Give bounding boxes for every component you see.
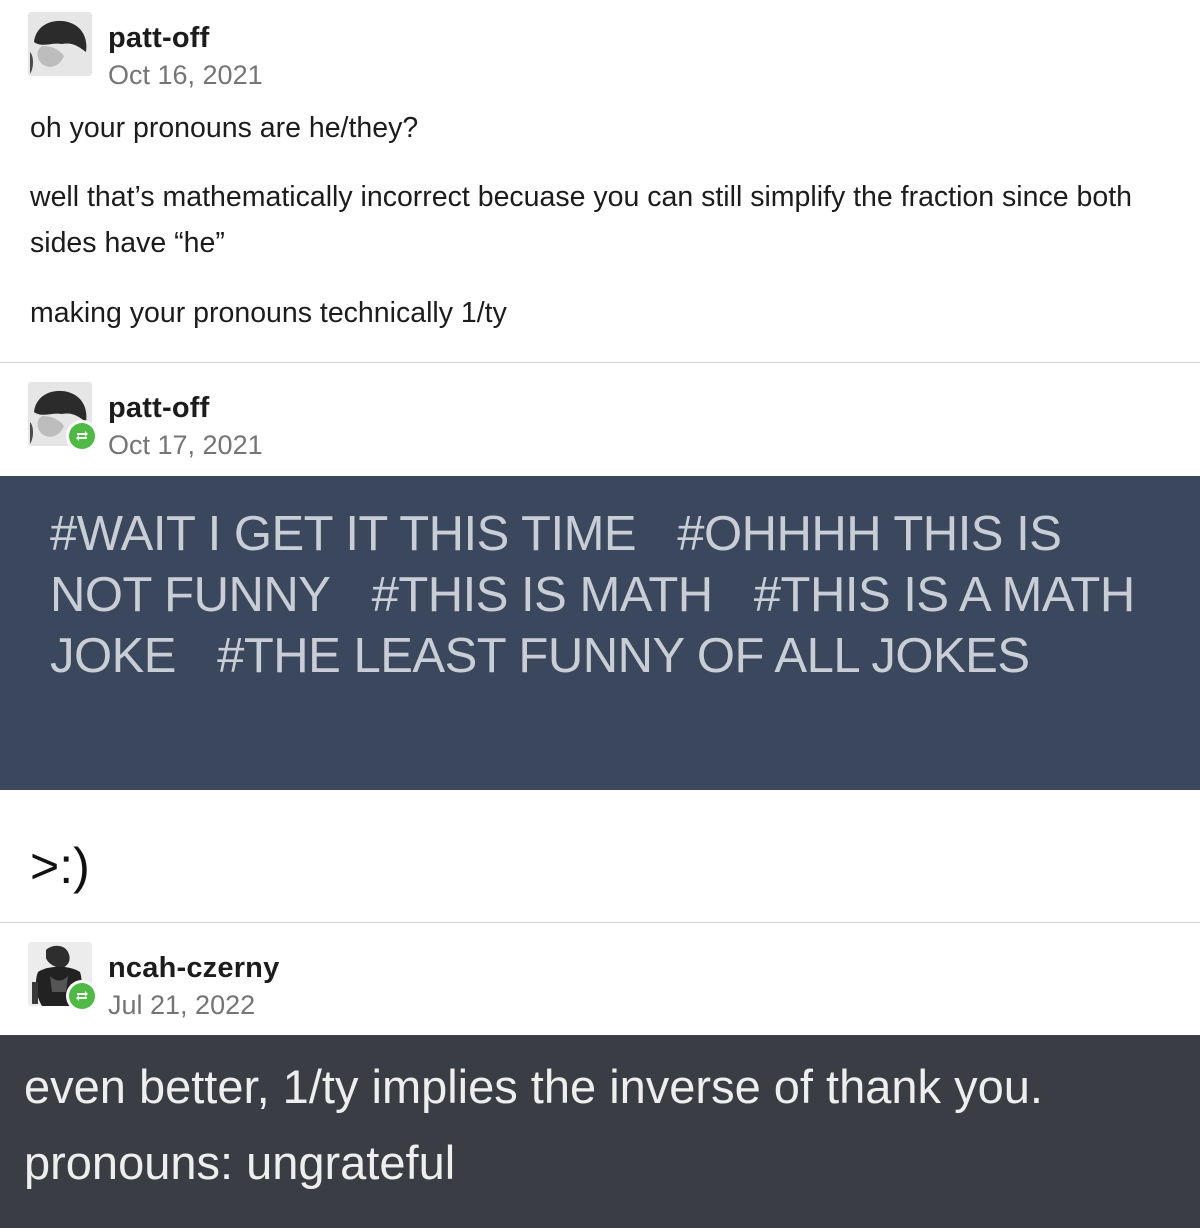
tag[interactable]: #WAIT I GET IT THIS TIME xyxy=(50,507,637,561)
post-date[interactable]: Oct 17, 2021 xyxy=(108,430,263,461)
reblog-icon xyxy=(66,420,98,452)
tag[interactable]: #THE LEAST FUNNY OF ALL JOKES xyxy=(217,629,1030,683)
post-date[interactable]: Oct 16, 2021 xyxy=(108,60,263,91)
tag[interactable]: #THIS IS MATH xyxy=(372,568,714,622)
tags-block: #WAIT I GET IT THIS TIME #OHHHH THIS IS … xyxy=(0,476,1200,790)
divider xyxy=(0,362,1200,363)
post-header: ncah-czerny Jul 21, 2022 xyxy=(28,942,728,1020)
post-header: patt-off Oct 16, 2021 xyxy=(28,12,728,90)
comment-line: pronouns: ungrateful xyxy=(24,1136,456,1189)
post-header: patt-off Oct 17, 2021 xyxy=(28,382,728,460)
post-text: making your pronouns technically 1/ty xyxy=(30,297,507,329)
post-text: well that’s mathematically incorrect bec… xyxy=(30,181,1132,259)
comment-line: even better, 1/ty implies the inverse of… xyxy=(24,1060,1043,1113)
username[interactable]: patt-off xyxy=(108,22,209,55)
reblog-icon xyxy=(66,980,98,1012)
username[interactable]: ncah-czerny xyxy=(108,952,279,985)
tags-list: #WAIT I GET IT THIS TIME #OHHHH THIS IS … xyxy=(50,504,1160,687)
post-text: >:) xyxy=(30,838,90,894)
avatar[interactable] xyxy=(28,12,92,76)
post-date[interactable]: Jul 21, 2022 xyxy=(108,990,255,1021)
reblog-comment-block: even better, 1/ty implies the inverse of… xyxy=(0,1035,1200,1228)
username[interactable]: patt-off xyxy=(108,392,209,425)
divider xyxy=(0,922,1200,923)
post-text: oh your pronouns are he/they? xyxy=(30,112,419,144)
